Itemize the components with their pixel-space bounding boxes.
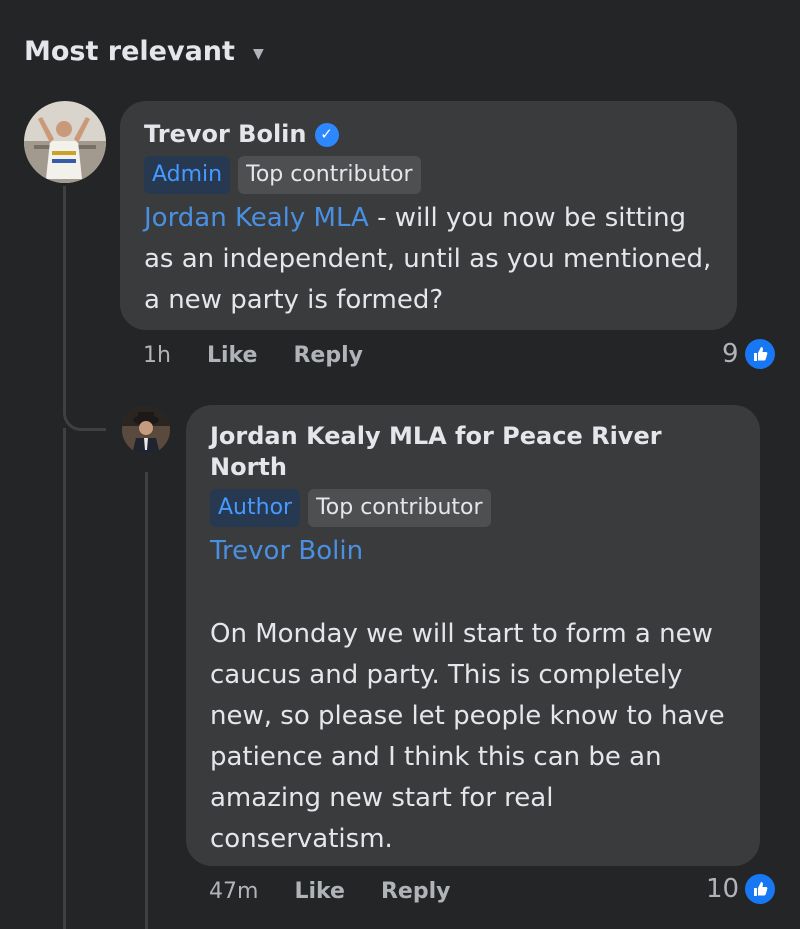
chevron-down-icon: ▼ bbox=[252, 45, 264, 62]
author-badge: Author bbox=[210, 489, 301, 527]
mention-link[interactable]: Trevor Bolin bbox=[210, 536, 363, 566]
reply-thread-line bbox=[145, 472, 148, 929]
reply-text: On Monday we will start to form a new ca… bbox=[210, 619, 725, 854]
reaction-count-value: 10 bbox=[706, 874, 740, 904]
reply-actions: 47m Like Reply bbox=[209, 879, 486, 904]
reply-author[interactable]: Jordan Kealy MLA for Peace River North bbox=[210, 422, 662, 481]
reply-mention-row: Trevor Bolin bbox=[210, 531, 736, 572]
comment-timestamp[interactable]: 1h bbox=[143, 343, 171, 368]
reaction-count-value: 9 bbox=[722, 339, 739, 369]
verified-badge-icon: ✓ bbox=[314, 122, 339, 147]
top-contributor-badge: Top contributor bbox=[238, 156, 421, 194]
reaction-count[interactable]: 9 bbox=[722, 339, 775, 369]
thread-line-continue bbox=[63, 428, 66, 929]
reply-bubble: Jordan Kealy MLA for Peace River North A… bbox=[186, 405, 760, 866]
comment-actions: 1h Like Reply bbox=[143, 343, 399, 368]
sort-label: Most relevant bbox=[24, 36, 235, 67]
thumbs-up-icon bbox=[744, 339, 775, 369]
thumbs-up-icon bbox=[745, 874, 776, 904]
reply-timestamp[interactable]: 47m bbox=[209, 879, 258, 904]
avatar[interactable] bbox=[122, 406, 170, 454]
reply-button[interactable]: Reply bbox=[293, 343, 363, 368]
reaction-count[interactable]: 10 bbox=[706, 874, 776, 904]
mention-link[interactable]: Jordan Kealy MLA bbox=[144, 203, 369, 233]
like-button[interactable]: Like bbox=[207, 343, 258, 368]
comment-text: Jordan Kealy MLA - will you now be sitti… bbox=[144, 203, 712, 315]
comment-author[interactable]: Trevor Bolin bbox=[144, 119, 307, 150]
comment-bubble: Trevor Bolin ✓ Admin Top contributor Jor… bbox=[120, 101, 737, 330]
avatar[interactable] bbox=[24, 101, 106, 183]
like-button[interactable]: Like bbox=[294, 879, 345, 904]
thread-line bbox=[63, 186, 66, 386]
admin-badge: Admin bbox=[144, 156, 231, 194]
sort-dropdown[interactable]: Most relevant ▼ bbox=[24, 36, 264, 67]
top-contributor-badge: Top contributor bbox=[308, 489, 491, 527]
reply-button[interactable]: Reply bbox=[381, 879, 451, 904]
thread-connector bbox=[63, 380, 106, 431]
